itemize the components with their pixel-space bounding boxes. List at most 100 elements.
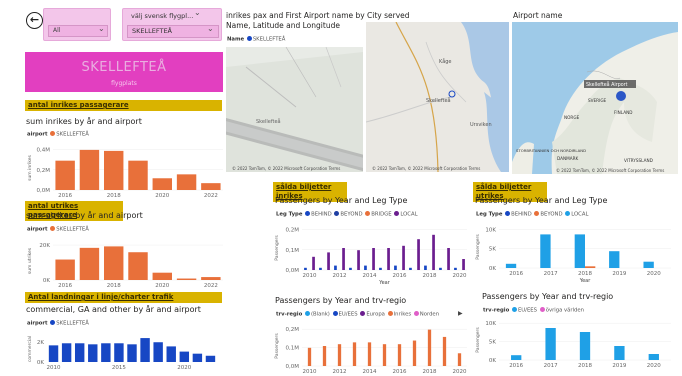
- bar: [409, 267, 412, 270]
- bar: [304, 267, 307, 270]
- right-regio-chart: 0K 5K 10K Passengers 2016 2017 2018 2019 2020: [475, 321, 671, 369]
- x-tick-label: 2014: [363, 273, 377, 279]
- y-tick-label: 0,1M: [286, 346, 300, 352]
- y-tick-label: 20K: [39, 243, 50, 249]
- banner-title: SKELLEFTEÅ: [81, 60, 167, 75]
- x-tick-label: 2016: [509, 271, 523, 277]
- y-axis-label: Passengers: [274, 333, 280, 359]
- map1-title: inrikes pax and First Airport name by Na…: [226, 11, 365, 30]
- y-tick-label: 0,0M: [286, 364, 300, 370]
- inrikes-tag[interactable]: antal inrikes passagerare: [25, 100, 222, 111]
- map3[interactable]: Skellefteå Airport NORGE SVERIGE FINLAND…: [512, 22, 678, 174]
- y-tick-label: 0,0M: [286, 268, 300, 274]
- map3-footer: © 2022 TomTom, © 2022 Microsoft Corporat…: [556, 168, 665, 173]
- x-tick-label: 2010: [47, 365, 61, 371]
- bar: [454, 267, 457, 270]
- commercial-chart: 2K 0K commercial 2010 2015 2020: [27, 336, 216, 371]
- bar: [327, 252, 330, 270]
- bar: [412, 340, 417, 366]
- x-tick-label: 2020: [453, 273, 467, 279]
- x-tick-label: 2016: [58, 193, 72, 199]
- bar: [372, 248, 375, 270]
- chevron-down-icon: ⌄: [207, 24, 214, 33]
- x-tick-label: 2016: [509, 363, 523, 369]
- chevron-down-icon: ⌄: [194, 8, 201, 17]
- airport-filter-label: välj svensk flygpl...: [131, 12, 194, 20]
- map1[interactable]: Skellefteå: [226, 47, 363, 172]
- bar: [462, 259, 465, 270]
- bar: [176, 174, 197, 190]
- svg-text:SVERIGE: SVERIGE: [588, 98, 607, 103]
- commercial-legend: airport SKELLEFTEÅ: [27, 320, 89, 327]
- y-tick-label: 0,4M: [37, 148, 51, 154]
- bar: [152, 272, 172, 280]
- bar: [545, 328, 556, 360]
- x-tick-label: 2022: [204, 283, 218, 289]
- map3-airport-label: Skellefteå Airport: [586, 81, 628, 88]
- bar: [342, 248, 345, 270]
- bar: [397, 344, 402, 366]
- y-tick-label: 0,2M: [37, 168, 51, 174]
- bar: [205, 355, 216, 362]
- y-tick-label: 0,2M: [286, 327, 300, 333]
- banner-subtitle: flygplats: [111, 80, 137, 87]
- x-tick-label: 2017: [544, 363, 558, 369]
- bar: [79, 149, 100, 190]
- y-axis-label: commercial: [27, 336, 33, 362]
- bar: [153, 342, 163, 362]
- bar: [609, 251, 620, 268]
- svg-text:VITRYSSLAND: VITRYSSLAND: [624, 158, 653, 163]
- legend-next-icon[interactable]: ▶: [458, 310, 463, 317]
- x-tick-label: 2018: [578, 271, 592, 277]
- utrikes-chart: 0K 20K sum utrikes 2016 2018 2020 2022: [27, 243, 223, 289]
- back-button[interactable]: ←: [26, 12, 43, 29]
- y-tick-label: 0K: [489, 266, 496, 272]
- bar: [349, 267, 352, 270]
- x-tick-label: 2018: [578, 363, 592, 369]
- mid-regio-title: Passengers by Year and trv-regio: [275, 296, 407, 305]
- x-tick-label: 2020: [155, 283, 169, 289]
- y-axis-label: Passengers: [274, 235, 280, 261]
- right-leg-legend: Leg Type BEHIND BEYOND LOCAL: [476, 211, 589, 218]
- x-tick-label: 2012: [333, 273, 347, 279]
- mid-leg-title: Passengers by Year and Leg Type: [275, 196, 408, 205]
- bar: [364, 265, 367, 270]
- bar: [540, 234, 551, 268]
- y-tick-label: 0,1M: [286, 248, 300, 254]
- map2[interactable]: Skellefteå Kåge Ursviken: [366, 22, 509, 172]
- bar: [648, 354, 659, 360]
- x-tick-label: 2022: [204, 193, 218, 199]
- right-leg-title: Passengers by Year and Leg Type: [475, 196, 608, 205]
- bar: [312, 256, 315, 270]
- bar: [394, 265, 397, 270]
- domestic-filter-value: All: [53, 27, 61, 34]
- airport-filter-value: SKELLEFTEÅ: [132, 27, 172, 35]
- bar: [176, 278, 197, 280]
- bar: [439, 267, 442, 270]
- bar: [104, 150, 124, 190]
- x-axis-label: Year: [579, 278, 592, 284]
- map1-legend: Name SKELLEFTEÅ: [227, 36, 286, 43]
- bar: [579, 332, 591, 360]
- bar: [585, 266, 596, 268]
- bar: [379, 267, 382, 270]
- map2-place-skelleftea: Skellefteå: [426, 97, 451, 104]
- x-tick-label: 2010: [303, 273, 317, 279]
- x-tick-label: 2020: [647, 271, 661, 277]
- x-tick-label: 2018: [107, 193, 121, 199]
- utrikes-chart-title: sum utrikes by år and airport: [26, 211, 143, 220]
- bar: [201, 277, 221, 280]
- bar: [511, 355, 522, 360]
- bar: [337, 344, 342, 366]
- bar: [55, 259, 75, 280]
- bar: [322, 346, 327, 366]
- x-tick-label: 2018: [423, 273, 437, 279]
- x-tick-label: 2020: [155, 193, 169, 199]
- landningar-tag[interactable]: Antal landningar i linje/charter trafik: [25, 292, 222, 303]
- bar: [387, 248, 390, 270]
- bar: [55, 160, 75, 190]
- bar: [79, 247, 100, 280]
- svg-text:NORGE: NORGE: [564, 115, 580, 120]
- bar: [367, 342, 372, 366]
- inrikes-chart-title: sum inrikes by år and airport: [26, 117, 142, 126]
